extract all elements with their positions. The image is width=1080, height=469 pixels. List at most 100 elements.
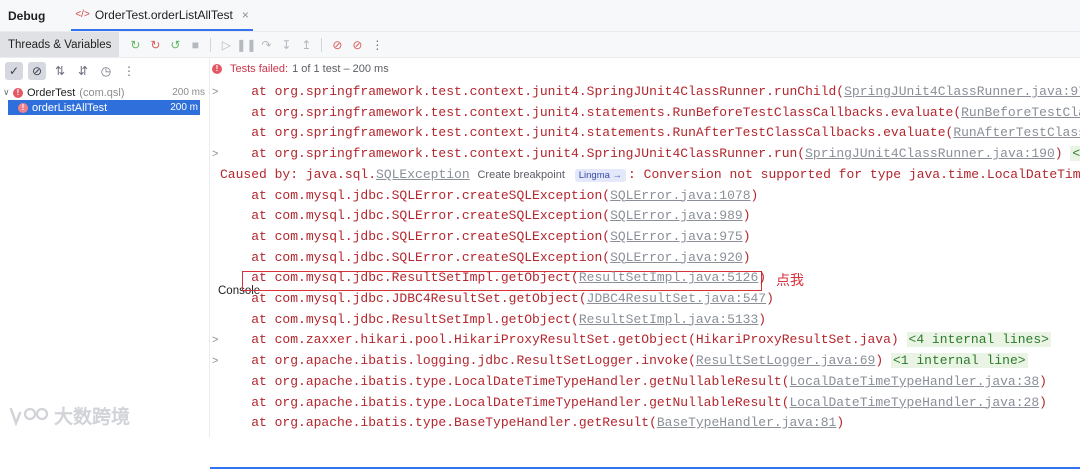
source-file-link[interactable]: SpringJUnit4ClassRunner.java:97 bbox=[844, 84, 1080, 99]
chevron-right-icon[interactable]: > bbox=[212, 82, 218, 102]
test-failed-icon: ! bbox=[18, 102, 28, 113]
run-config-tab[interactable]: </> OrderTest.orderListAllTest × bbox=[71, 0, 253, 31]
create-breakpoint-hint[interactable]: Create breakpoint bbox=[477, 169, 564, 181]
more-options-icon[interactable]: ⋮ bbox=[120, 62, 138, 80]
resume-rerun-icon[interactable]: ↺ bbox=[167, 37, 183, 53]
source-file-link[interactable]: LocalDateTimeTypeHandler.java:28 bbox=[790, 395, 1040, 410]
more-options-icon[interactable]: ⋮ bbox=[369, 37, 385, 53]
source-file-link[interactable]: SQLError.java:920 bbox=[610, 250, 743, 265]
stack-frame-text: at org.apache.ibatis.logging.jdbc.Result… bbox=[220, 353, 696, 369]
stack-trace-line: at org.springframework.test.context.juni… bbox=[210, 123, 1080, 143]
step-over-icon[interactable]: ↷ bbox=[258, 37, 274, 53]
console-line-text: at org.springframework.test.context.juni… bbox=[220, 82, 1080, 102]
stack-frame-suffix: ) bbox=[758, 311, 767, 327]
sort-alphabetically-icon[interactable]: ⇅ bbox=[51, 62, 69, 80]
source-file-link[interactable]: ResultSetImpl.java:5133 bbox=[579, 312, 758, 327]
source-file-link[interactable]: RunBeforeTestClas bbox=[961, 105, 1080, 120]
test-tree-toolbar: ✓ ⊘ ⇅ ⇵ ◷ ⋮ bbox=[0, 58, 209, 84]
stack-frame-suffix: ) bbox=[1054, 146, 1071, 162]
source-file-link[interactable]: LocalDateTimeTypeHandler.java:38 bbox=[790, 374, 1040, 389]
stack-frame-suffix: ) bbox=[742, 249, 751, 265]
toolbar-divider bbox=[210, 37, 212, 52]
tab-threads-variables[interactable]: Threads & Variables bbox=[0, 32, 120, 57]
pause-icon[interactable]: ❚❚ bbox=[236, 37, 256, 53]
internal-lines-fold[interactable]: <7 bbox=[1070, 146, 1080, 162]
source-file-link[interactable]: SQLError.java:989 bbox=[610, 208, 743, 223]
run-config-tab-label: OrderTest.orderListAllTest bbox=[94, 7, 233, 22]
stack-trace-line: at org.springframework.test.context.juni… bbox=[210, 103, 1080, 123]
stack-frame-suffix: ) bbox=[1039, 394, 1047, 410]
lingma-button[interactable]: Lingma → bbox=[574, 168, 627, 182]
show-passed-toggle-icon[interactable]: ✓ bbox=[5, 62, 23, 80]
console-line-text: at com.mysql.jdbc.SQLError.createSQLExce… bbox=[220, 248, 751, 268]
stack-frame-text: at com.mysql.jdbc.ResultSetImpl.getObjec… bbox=[220, 311, 579, 327]
watermark-text: 大数跨境 bbox=[54, 406, 131, 428]
source-file-link[interactable]: SpringJUnit4ClassRunner.java:190 bbox=[805, 146, 1055, 161]
stack-trace-line: at com.mysql.jdbc.SQLError.createSQLExce… bbox=[210, 186, 1080, 206]
test-duration: 200 m bbox=[170, 102, 198, 113]
stack-trace-line: at org.apache.ibatis.type.LocalDateTimeT… bbox=[210, 372, 1080, 392]
console-output[interactable]: 点我 > at org.springframework.test.context… bbox=[210, 82, 1080, 437]
status-detail: 1 of 1 test – 200 ms bbox=[292, 63, 389, 75]
console-line-text: at com.mysql.jdbc.ResultSetImpl.getObjec… bbox=[220, 268, 766, 288]
stack-trace-line: at com.mysql.jdbc.ResultSetImpl.getObjec… bbox=[210, 310, 1080, 330]
stack-frame-text: at org.apache.ibatis.type.BaseTypeHandle… bbox=[220, 415, 657, 431]
test-method-name: orderListAllTest bbox=[32, 101, 108, 114]
console-line-text: at com.mysql.jdbc.SQLError.createSQLExce… bbox=[220, 227, 751, 247]
test-run-icon: </> bbox=[75, 9, 90, 20]
source-file-link[interactable]: JDBC4ResultSet.java:547 bbox=[587, 291, 766, 306]
source-file-link[interactable]: SQLError.java:975 bbox=[610, 229, 743, 244]
stack-trace-line: > at org.springframework.test.context.ju… bbox=[210, 144, 1080, 164]
chevron-down-icon[interactable]: ∨ bbox=[3, 87, 13, 98]
console-line-text: at org.apache.ibatis.type.LocalDateTimeT… bbox=[220, 372, 1047, 392]
exception-message: : Conversion not supported for type java… bbox=[628, 166, 1080, 182]
stack-trace-line: at org.apache.ibatis.type.LocalDateTimeT… bbox=[210, 393, 1080, 413]
source-file-link[interactable]: ResultSetImpl.java:5126 bbox=[579, 270, 758, 285]
stack-frame-suffix: ) bbox=[758, 270, 767, 286]
stack-frame-suffix: ) bbox=[1039, 373, 1047, 389]
rerun-icon[interactable]: ↻ bbox=[127, 37, 143, 53]
test-class-package: (com.qsl) bbox=[79, 86, 125, 99]
source-file-link[interactable]: BaseTypeHandler.java:81 bbox=[657, 415, 836, 430]
stack-frame-suffix: ) bbox=[836, 415, 845, 431]
test-tree-root[interactable]: ∨ ! OrderTest (com.qsl) 200 ms bbox=[0, 85, 209, 100]
console-line-text: at org.springframework.test.context.juni… bbox=[220, 144, 1080, 164]
source-file-link[interactable]: RunAfterTestClassC bbox=[953, 125, 1080, 140]
toolbar-divider bbox=[321, 37, 323, 52]
status-label: Tests failed: bbox=[230, 63, 289, 75]
resume-icon[interactable]: ▷ bbox=[218, 37, 234, 53]
source-file-link[interactable]: ResultSetLogger.java:69 bbox=[696, 353, 875, 368]
console-line-text: at org.apache.ibatis.type.LocalDateTimeT… bbox=[220, 393, 1047, 413]
console-line-text: at org.apache.ibatis.logging.jdbc.Result… bbox=[220, 351, 1028, 371]
stack-frame-suffix: ) bbox=[742, 228, 751, 244]
watermark: 大数跨境 bbox=[8, 402, 130, 429]
exception-class-link[interactable]: SQLException bbox=[376, 167, 470, 182]
stack-frame-text: at com.zaxxer.hikari.pool.HikariProxyRes… bbox=[220, 332, 907, 348]
console-line-text: at com.mysql.jdbc.SQLError.createSQLExce… bbox=[220, 206, 750, 226]
stack-trace-line: > at com.zaxxer.hikari.pool.HikariProxyR… bbox=[210, 330, 1080, 350]
source-file-link[interactable]: SQLError.java:1078 bbox=[610, 188, 750, 203]
chevron-right-icon[interactable]: > bbox=[212, 330, 218, 350]
test-duration: 200 ms bbox=[172, 87, 205, 98]
chevron-right-icon[interactable]: > bbox=[212, 351, 218, 371]
stack-trace-line: at com.mysql.jdbc.ResultSetImpl.getObjec… bbox=[210, 268, 1080, 288]
test-status-bar: ! Tests failed: 1 of 1 test – 200 ms bbox=[212, 58, 389, 80]
step-out-icon[interactable]: ↥ bbox=[298, 37, 314, 53]
stop-icon[interactable]: ■ bbox=[187, 37, 203, 53]
test-history-icon[interactable]: ◷ bbox=[97, 62, 115, 80]
show-ignored-toggle-icon[interactable]: ⊘ bbox=[28, 62, 46, 80]
test-tree-item-selected[interactable]: ! orderListAllTest 200 m bbox=[8, 100, 200, 115]
view-breakpoints-icon[interactable]: ⊘ bbox=[329, 37, 345, 53]
console-line-text: at com.mysql.jdbc.SQLError.createSQLExce… bbox=[220, 186, 758, 206]
chevron-right-icon[interactable]: > bbox=[212, 144, 218, 164]
close-icon[interactable]: × bbox=[242, 8, 249, 22]
stack-trace-line: at com.mysql.jdbc.SQLError.createSQLExce… bbox=[210, 227, 1080, 247]
caused-by-line: Caused by: java.sql.SQLException Create … bbox=[210, 165, 1080, 185]
mute-breakpoints-icon[interactable]: ⊘ bbox=[349, 37, 365, 53]
step-into-icon[interactable]: ↧ bbox=[278, 37, 294, 53]
rerun-failed-icon[interactable]: ↻ bbox=[147, 37, 163, 53]
internal-lines-fold[interactable]: <4 internal lines> bbox=[906, 332, 1051, 348]
internal-lines-fold[interactable]: <1 internal line> bbox=[890, 353, 1028, 369]
sort-by-duration-icon[interactable]: ⇵ bbox=[74, 62, 92, 80]
debug-tool-window-header: Debug </> OrderTest.orderListAllTest × bbox=[0, 0, 1080, 32]
